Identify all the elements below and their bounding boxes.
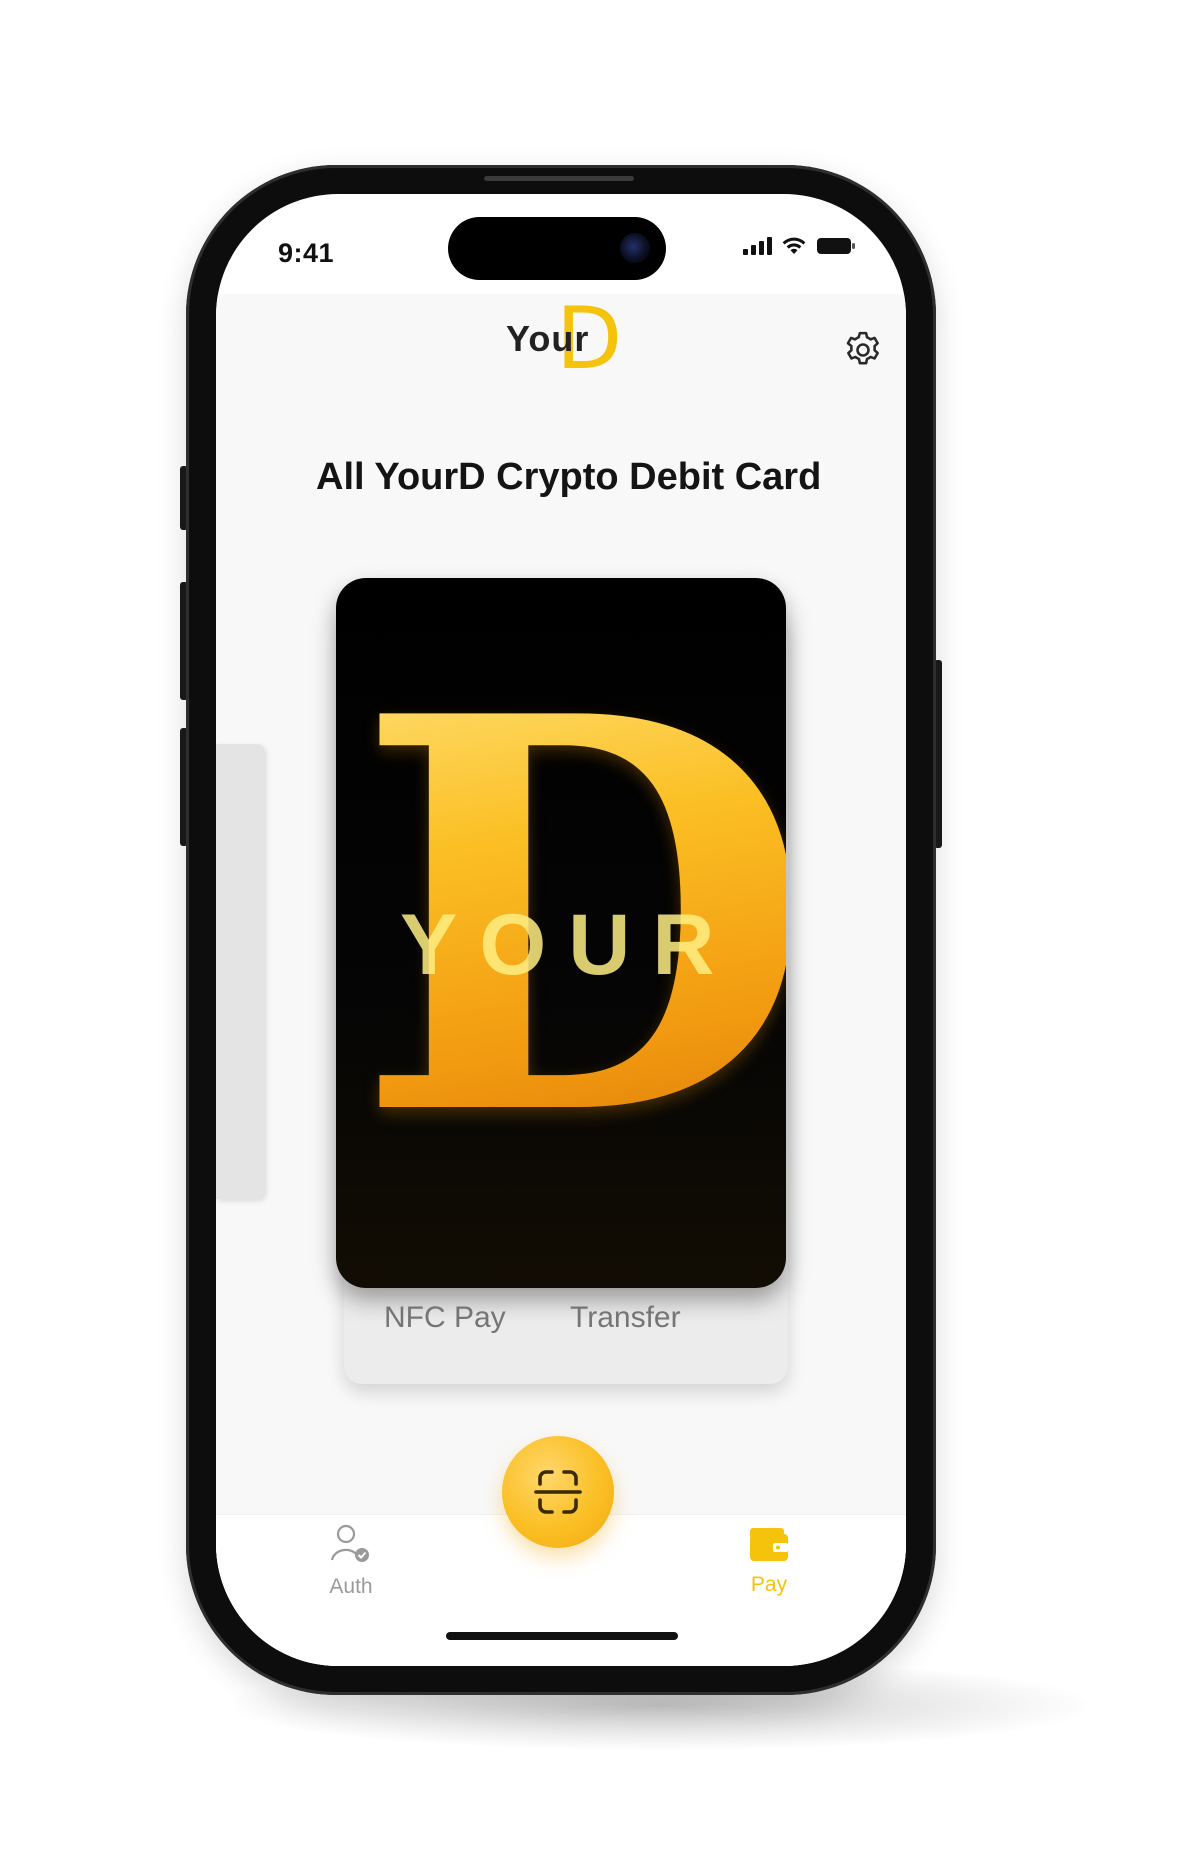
tab-auth-label: Auth <box>329 1575 373 1598</box>
gear-icon <box>846 331 879 365</box>
yourd-logo: D Your <box>506 296 636 382</box>
transfer-button[interactable]: Transfer <box>570 1301 681 1335</box>
phone-frame: 9:41 D Your All YourD Crypto Debit Card … <box>186 165 936 1695</box>
dynamic-island <box>448 217 666 280</box>
status-icons <box>742 236 856 256</box>
previous-card[interactable] <box>216 744 264 1199</box>
tab-auth[interactable]: Auth <box>316 1522 386 1599</box>
tab-pay[interactable]: Pay <box>734 1524 804 1597</box>
scan-button[interactable] <box>502 1436 614 1548</box>
status-time: 9:41 <box>278 238 335 268</box>
home-indicator <box>446 1632 678 1640</box>
scan-icon <box>534 1470 582 1514</box>
camera-icon <box>620 233 650 263</box>
card-overlay-text: YOUR <box>400 897 737 993</box>
battery-icon <box>817 238 855 254</box>
mockup-canvas: 9:41 D Your All YourD Crypto Debit Card … <box>0 0 1178 1861</box>
signal-icon <box>743 237 772 255</box>
tab-pay-label: Pay <box>750 1573 788 1596</box>
nfc-pay-button[interactable]: NFC Pay <box>384 1301 506 1335</box>
wallet-icon <box>750 1528 788 1561</box>
settings-button[interactable] <box>841 328 885 372</box>
logo-word: Your <box>506 318 590 359</box>
phone-speaker-grille <box>484 176 634 181</box>
debit-card[interactable]: D YOUR <box>336 578 786 1288</box>
user-check-icon <box>330 1524 369 1562</box>
phone-screen: 9:41 D Your All YourD Crypto Debit Card … <box>216 194 906 1666</box>
wifi-icon <box>782 237 806 254</box>
page-title: All YourD Crypto Debit Card <box>316 456 822 498</box>
